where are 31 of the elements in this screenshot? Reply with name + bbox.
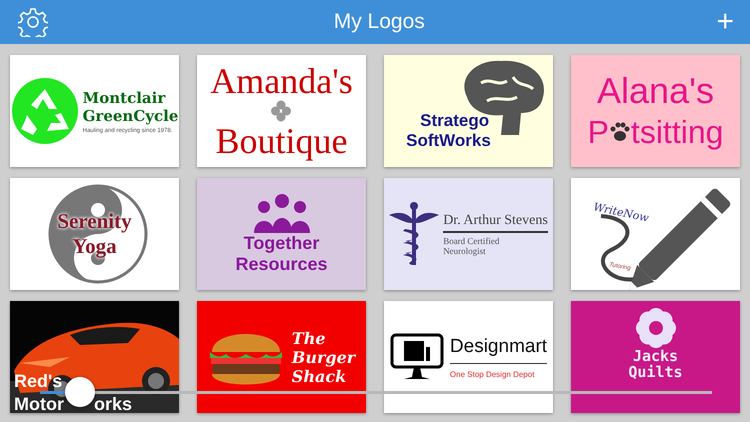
- logo-text: SoftWorks: [406, 131, 491, 151]
- logo-text: orks: [94, 395, 132, 413]
- logo-text: Resources: [235, 254, 328, 275]
- logo-text: Amanda's: [210, 62, 353, 100]
- logo-text: Neurologist: [443, 246, 486, 256]
- logo-text: Quilts: [628, 364, 683, 380]
- logo-text: Shack: [292, 366, 346, 386]
- caduceus-icon: [389, 201, 440, 267]
- monitor-icon: [390, 333, 444, 381]
- logo-text: Burger: [292, 348, 356, 366]
- logo-text: Montclair: [82, 88, 166, 106]
- logo-text: Alana's: [597, 70, 714, 112]
- flower-icon: [636, 308, 676, 348]
- logo-text: Boutique: [215, 122, 348, 160]
- logo-text: Motor: [14, 395, 64, 413]
- logo-text: Together: [244, 233, 320, 254]
- logo-text: Dr. Arthur Stevens: [443, 212, 548, 232]
- logo-text: Designmart: [450, 336, 548, 364]
- logo-text: tsitting: [630, 113, 724, 152]
- logo-text: P: [588, 113, 609, 152]
- logo-text: GreenCycle: [82, 106, 178, 124]
- logo-text: Stratego: [420, 111, 490, 131]
- logo-text: Jacks: [632, 348, 678, 364]
- logo-text: Board Certified: [443, 236, 500, 246]
- flower-icon: [270, 100, 292, 122]
- settings-icon[interactable]: [18, 7, 48, 37]
- logo-text: One Stop Design Depot: [450, 370, 534, 378]
- logo-text: The: [292, 328, 326, 348]
- add-button[interactable]: +: [710, 7, 740, 37]
- page-title: My Logos: [334, 10, 425, 34]
- paw-icon: [610, 121, 630, 143]
